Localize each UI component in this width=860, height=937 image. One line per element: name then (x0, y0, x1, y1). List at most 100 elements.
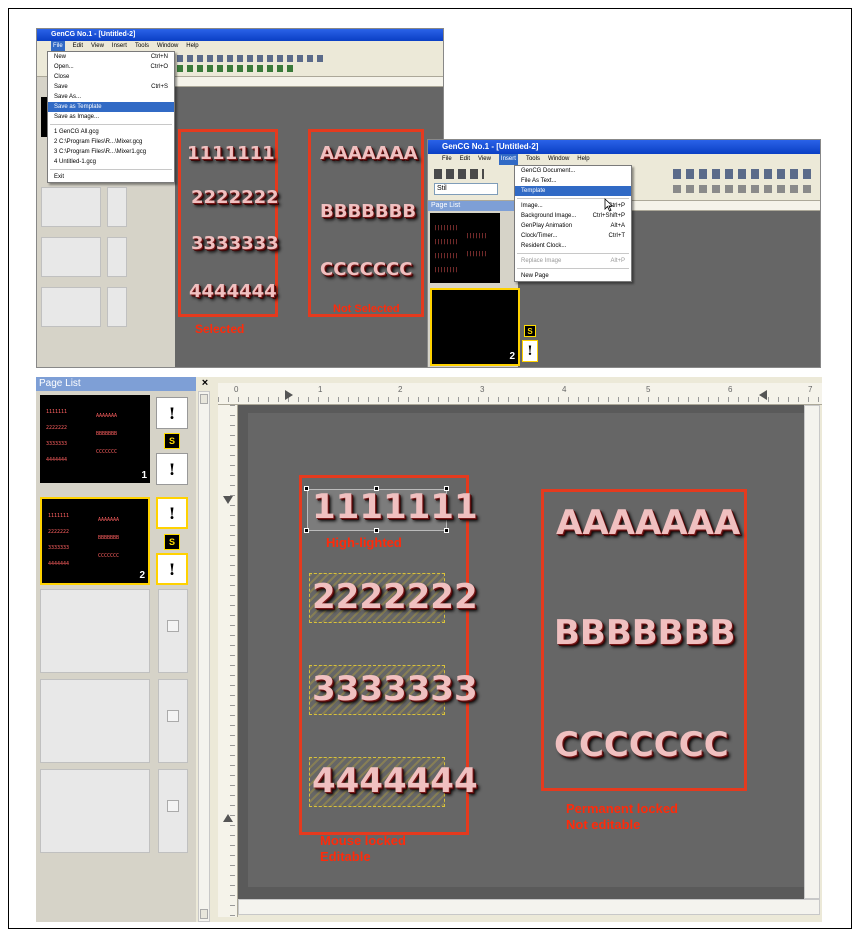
text-object[interactable]: BBBBBBB (320, 201, 416, 222)
horizontal-ruler: 0 1 2 3 4 5 6 7 (218, 383, 822, 405)
menu-edit[interactable]: Edit (73, 41, 83, 51)
text-object[interactable]: 2222222 (191, 187, 279, 208)
toolbar-icons-row2[interactable] (177, 65, 297, 72)
menu-item-file-as-text[interactable]: File As Text... (515, 176, 631, 186)
menu-file[interactable]: File (51, 41, 65, 51)
resize-handle[interactable] (374, 528, 379, 533)
resize-handle[interactable] (304, 486, 309, 491)
text-object[interactable]: BBBBBBB (554, 613, 735, 653)
menu-edit[interactable]: Edit (460, 154, 470, 165)
menu-item-gencg-document[interactable]: GenCG Document... (515, 166, 631, 176)
menu-window[interactable]: Window (548, 154, 569, 165)
menu-help[interactable]: Help (186, 41, 198, 51)
menu-item-new-page[interactable]: New Page (515, 271, 631, 281)
page-thumb[interactable]: |||||||| |||||||| |||||||| |||||||| ||||… (430, 213, 500, 283)
empty-page-slot[interactable] (40, 769, 150, 853)
menu-item-replace-image[interactable]: Replace Image Alt+P (515, 256, 631, 266)
empty-side-slot[interactable] (107, 237, 127, 277)
text-object[interactable]: 1111111 (187, 143, 275, 164)
empty-side-slot[interactable] (158, 679, 188, 763)
text-object[interactable]: 4444444 (189, 281, 277, 302)
lock-toggle-button[interactable]: ! (156, 397, 188, 429)
menu-item-close[interactable]: Close (48, 72, 174, 82)
menu-tools[interactable]: Tools (135, 41, 149, 51)
menu-item-background-image[interactable]: Background Image... Ctrl+Shift+P (515, 211, 631, 221)
text-object[interactable]: 3333333 (312, 669, 478, 709)
page-thumb-1[interactable]: 1111111 2222222 3333333 4444444 AAAAAAA … (40, 395, 150, 483)
text-object[interactable]: AAAAAAA (556, 503, 740, 543)
lock-toggle-button[interactable]: ! (522, 340, 538, 362)
resize-handle[interactable] (304, 528, 309, 533)
toolbar-icons[interactable] (177, 55, 327, 62)
s-badge[interactable]: S (524, 325, 536, 337)
toolbar-icons-row2[interactable] (673, 185, 813, 193)
text-object-highlighted[interactable]: 1111111 (312, 487, 478, 527)
lock-toggle-button[interactable]: ! (156, 497, 188, 529)
selected-caption: Selected (195, 322, 245, 336)
menu-item-open[interactable]: Open... Ctrl+O (48, 62, 174, 72)
left-indent-marker-icon[interactable] (284, 389, 294, 401)
menu-item-save-as-image[interactable]: Save as Image... (48, 112, 174, 122)
menu-item-recent-3[interactable]: 3 C:\Program Files\R...\Mixer1.gcg (48, 147, 174, 157)
empty-side-slot[interactable] (158, 589, 188, 673)
close-icon[interactable]: × (196, 377, 214, 391)
empty-page-slot[interactable] (41, 287, 101, 327)
text-object[interactable]: CCCCCCC (554, 725, 729, 765)
text-object[interactable]: 2222222 (312, 577, 478, 617)
empty-page-slot[interactable] (41, 187, 101, 227)
menu-view[interactable]: View (91, 41, 104, 51)
menu-item-genplay-animation[interactable]: GenPlay Animation Alt+A (515, 221, 631, 231)
menu-item-template[interactable]: Template (515, 186, 631, 196)
scroll-up-button[interactable] (200, 394, 208, 404)
lock-toggle-button[interactable]: ! (156, 553, 188, 585)
text-object[interactable]: 3333333 (191, 233, 279, 254)
empty-page-slot[interactable] (40, 679, 150, 763)
menu-item-save-as-template[interactable]: Save as Template (48, 102, 174, 112)
s-badge[interactable]: S (164, 534, 180, 550)
menu-file[interactable]: File (442, 154, 452, 165)
menu-insert[interactable]: Insert (498, 154, 518, 165)
menu-insert[interactable]: Insert (112, 41, 127, 51)
menu-item-recent-1[interactable]: 1 GenCG All.gcg (48, 127, 174, 137)
menu-item-recent-4[interactable]: 4 Untitled-1.gcg (48, 157, 174, 167)
screenshot-insert-template: GenCG No.1 - [Untitled-2] File Edit View… (427, 139, 821, 368)
page-list-header: Page List (36, 377, 196, 391)
vertical-scrollbar[interactable] (804, 405, 820, 899)
menu-tools[interactable]: Tools (526, 154, 540, 165)
vertical-ruler (218, 405, 238, 917)
top-margin-marker-icon[interactable] (222, 495, 234, 505)
menu-item-exit[interactable]: Exit (48, 172, 174, 182)
empty-side-slot[interactable] (158, 769, 188, 853)
menu-window[interactable]: Window (157, 41, 178, 51)
empty-page-slot[interactable] (40, 589, 150, 673)
page-thumb-2[interactable]: 1111111 2222222 3333333 4444444 AAAAAAA … (40, 497, 150, 585)
horizontal-scrollbar[interactable] (238, 899, 820, 915)
page-thumb-selected[interactable]: 2 (430, 288, 520, 366)
empty-side-slot[interactable] (107, 287, 127, 327)
empty-side-slot[interactable] (107, 187, 127, 227)
toolbar-icons[interactable] (673, 169, 813, 179)
text-object[interactable]: 4444444 (312, 761, 478, 801)
menu-item-new[interactable]: New Ctrl+N (48, 52, 174, 62)
text-object[interactable]: AAAAAAA (320, 143, 418, 164)
text-object[interactable]: CCCCCCC (320, 259, 412, 280)
lock-toggle-button[interactable]: ! (156, 453, 188, 485)
menu-item-resident-clock[interactable]: Resident Clock... (515, 241, 631, 251)
file-menu: New Ctrl+N Open... Ctrl+O Close Save Ctrl+S… (47, 51, 175, 183)
s-badge[interactable]: S (164, 433, 180, 449)
resize-handle[interactable] (444, 528, 449, 533)
style-select[interactable]: Stil (434, 183, 498, 195)
menu-item-clock-timer[interactable]: Clock/Timer... Ctrl+T (515, 231, 631, 241)
page-number: 1 (141, 470, 147, 481)
scroll-down-button[interactable] (200, 909, 208, 919)
menu-view[interactable]: View (478, 154, 491, 165)
file-toolbar-icons[interactable] (434, 169, 484, 179)
menu-item-recent-2[interactable]: 2 C:\Program Files\R...\Mixer.gcg (48, 137, 174, 147)
menu-help[interactable]: Help (577, 154, 589, 165)
bottom-margin-marker-icon[interactable] (222, 813, 234, 823)
page-list-scrollbar[interactable] (198, 391, 210, 922)
right-indent-marker-icon[interactable] (758, 389, 768, 401)
menu-item-save[interactable]: Save Ctrl+S (48, 82, 174, 92)
menu-item-save-as[interactable]: Save As... (48, 92, 174, 102)
empty-page-slot[interactable] (41, 237, 101, 277)
